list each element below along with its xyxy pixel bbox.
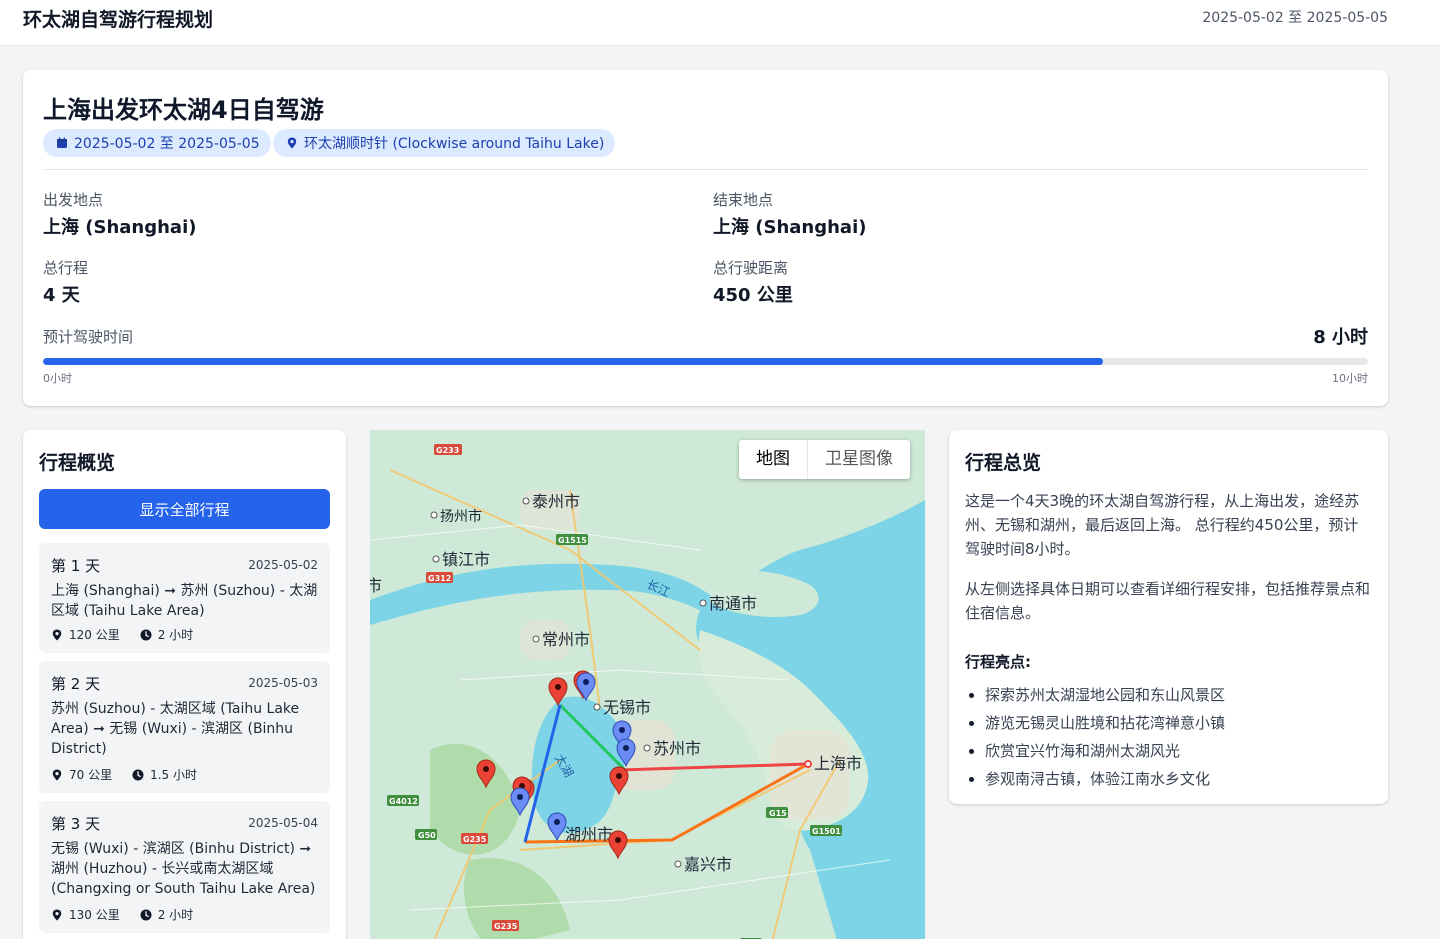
duration-label: 总行程 — [43, 259, 89, 277]
day-drive-time: 2 小时 — [157, 628, 194, 642]
trip-title: 上海出发环太湖4日自驾游 — [43, 96, 324, 124]
city-label-taizhou: 泰州市 — [532, 492, 580, 511]
highlight-item: 探索苏州太湖湿地公园和东山风景区 — [965, 681, 1370, 709]
highlight-item: 游览无锡灵山胜境和拈花湾禅意小镇 — [965, 709, 1370, 737]
day-title: 第 3 天 — [51, 815, 101, 833]
map-view-button[interactable]: 地图 — [739, 440, 808, 479]
day-title: 第 1 天 — [51, 557, 101, 575]
day-distance: 120 公里 — [69, 628, 120, 642]
day-route: 无锡 (Wuxi) - 滨湖区 (Binhu District) ➞ 湖州 (H… — [51, 841, 316, 897]
distance-label: 总行驶距离 — [713, 259, 789, 277]
show-all-days-button[interactable]: 显示全部行程 — [39, 489, 330, 529]
svg-text:G235: G235 — [494, 922, 518, 931]
day-card-3[interactable]: 第 3 天 2025-05-04 无锡 (Wuxi) - 滨湖区 (Binhu … — [39, 801, 330, 933]
svg-text:G15: G15 — [769, 809, 787, 818]
overview-instructions: 从左侧选择具体日期可以查看详细行程安排，包括推荐景点和住宿信息。 — [965, 580, 1371, 622]
date-pill: 2025-05-02 至 2025-05-05 — [43, 129, 271, 157]
route-map[interactable]: 泰州市 扬州市 镇江市 南通市 常州市 无锡市 苏州市 上海市 湖州市 嘉兴市 … — [370, 430, 925, 939]
start-location-label: 出发地点 — [43, 191, 104, 209]
svg-text:G312: G312 — [428, 574, 451, 583]
end-location-label: 结束地点 — [713, 191, 774, 209]
overview-description: 这是一个4天3晚的环太湖自驾游行程，从上海出发，途经苏州、无锡和湖州，最后返回上… — [965, 492, 1360, 558]
drive-time-progress — [43, 358, 1368, 365]
day-drive-time: 1.5 小时 — [150, 768, 197, 782]
highlights-list: 探索苏州太湖湿地公园和东山风景区 游览无锡灵山胜境和拈花湾禅意小镇 欣赏宜兴竹海… — [965, 681, 1370, 793]
progress-max-label: 10小时 — [1332, 372, 1368, 385]
calendar-icon — [57, 137, 67, 148]
duration-value: 4 天 — [43, 285, 80, 306]
highlight-item: 欣赏宜兴竹海和湖州太湖风光 — [965, 737, 1370, 765]
itinerary-card: 行程概览 显示全部行程 第 1 天 2025-05-02 上海 (Shangha… — [23, 430, 346, 939]
city-label-wuxi: 无锡市 — [603, 698, 651, 717]
route-pill-text: 环太湖顺时针 (Clockwise around Taihu Lake) — [304, 136, 605, 152]
city-label-changzhou: 常州市 — [542, 630, 590, 649]
day-meta: 120 公里 2 小时 — [51, 626, 193, 643]
day-title: 第 2 天 — [51, 675, 101, 693]
city-label-yangzhou: 扬州市 — [440, 508, 482, 525]
day-date: 2025-05-03 — [248, 676, 318, 690]
day-drive-time: 2 小时 — [157, 908, 194, 922]
map-type-toggle: 地图 卫星图像 — [739, 440, 910, 479]
itinerary-heading: 行程概览 — [39, 452, 116, 474]
end-location-value: 上海 (Shanghai) — [713, 217, 867, 238]
drive-time-value: 8 小时 — [1313, 327, 1368, 348]
location-pin-icon — [52, 909, 62, 920]
clock-icon — [132, 769, 144, 780]
summary-divider — [43, 169, 1368, 170]
trip-summary-card: 上海出发环太湖4日自驾游 2025-05-02 至 2025-05-05 环太湖… — [23, 70, 1388, 406]
drive-time-label: 预计驾驶时间 — [43, 328, 134, 346]
day-distance: 130 公里 — [69, 908, 120, 922]
location-pin-icon — [52, 769, 62, 780]
day-date: 2025-05-04 — [248, 816, 318, 830]
day-date: 2025-05-02 — [248, 558, 318, 572]
city-label-partial: 市 — [370, 576, 382, 595]
clock-icon — [140, 629, 152, 640]
svg-text:G233: G233 — [436, 446, 459, 455]
route-pill: 环太湖顺时针 (Clockwise around Taihu Lake) — [273, 129, 616, 157]
land-north — [370, 430, 925, 939]
svg-text:G4012: G4012 — [389, 797, 418, 806]
highlight-item: 参观南浔古镇，体验江南水乡文化 — [965, 765, 1370, 793]
highlights-title: 行程亮点: — [965, 653, 1031, 671]
day-route: 苏州 (Suzhou) - 太湖区域 (Taihu Lake Area) ➞ 无… — [51, 701, 300, 757]
city-label-huzhou: 湖州市 — [565, 825, 613, 844]
city-label-zhenjiang: 镇江市 — [442, 550, 490, 569]
svg-text:G235: G235 — [463, 835, 487, 844]
drive-time-progress-fill — [43, 358, 1103, 365]
app-title: 环太湖自驾游行程规划 — [23, 9, 214, 31]
svg-text:G1501: G1501 — [812, 827, 841, 836]
overview-heading: 行程总览 — [965, 452, 1042, 474]
day-route: 上海 (Shanghai) ➞ 苏州 (Suzhou) - 太湖区域 (Taih… — [51, 583, 318, 619]
day-meta: 70 公里 1.5 小时 — [51, 766, 197, 783]
progress-min-label: 0小时 — [43, 372, 72, 385]
distance-value: 450 公里 — [713, 285, 793, 306]
clock-icon — [140, 909, 152, 920]
location-pin-icon — [52, 629, 62, 640]
satellite-view-button[interactable]: 卫星图像 — [808, 440, 910, 479]
map-canvas[interactable]: 泰州市 扬州市 镇江市 南通市 常州市 无锡市 苏州市 上海市 湖州市 嘉兴市 … — [370, 430, 925, 939]
day-distance: 70 公里 — [69, 768, 113, 782]
header-date-range: 2025-05-02 至 2025-05-05 — [1202, 10, 1388, 26]
start-location-value: 上海 (Shanghai) — [43, 217, 197, 238]
city-label-nantong: 南通市 — [709, 594, 757, 613]
svg-text:G1515: G1515 — [558, 536, 587, 545]
day-card-1[interactable]: 第 1 天 2025-05-02 上海 (Shanghai) ➞ 苏州 (Suz… — [39, 543, 330, 653]
city-label-suzhou: 苏州市 — [653, 739, 701, 758]
top-bar: 环太湖自驾游行程规划 2025-05-02 至 2025-05-05 — [0, 0, 1440, 46]
overview-card: 行程总览 这是一个4天3晚的环太湖自驾游行程，从上海出发，途经苏州、无锡和湖州，… — [949, 430, 1388, 804]
city-label-shanghai: 上海市 — [814, 754, 862, 773]
day-card-2[interactable]: 第 2 天 2025-05-03 苏州 (Suzhou) - 太湖区域 (Tai… — [39, 661, 330, 793]
location-pin-icon — [287, 137, 297, 149]
svg-text:G50: G50 — [418, 831, 436, 840]
day-meta: 130 公里 2 小时 — [51, 906, 193, 923]
date-pill-text: 2025-05-02 至 2025-05-05 — [74, 136, 260, 152]
city-label-jiaxing: 嘉兴市 — [684, 855, 732, 874]
